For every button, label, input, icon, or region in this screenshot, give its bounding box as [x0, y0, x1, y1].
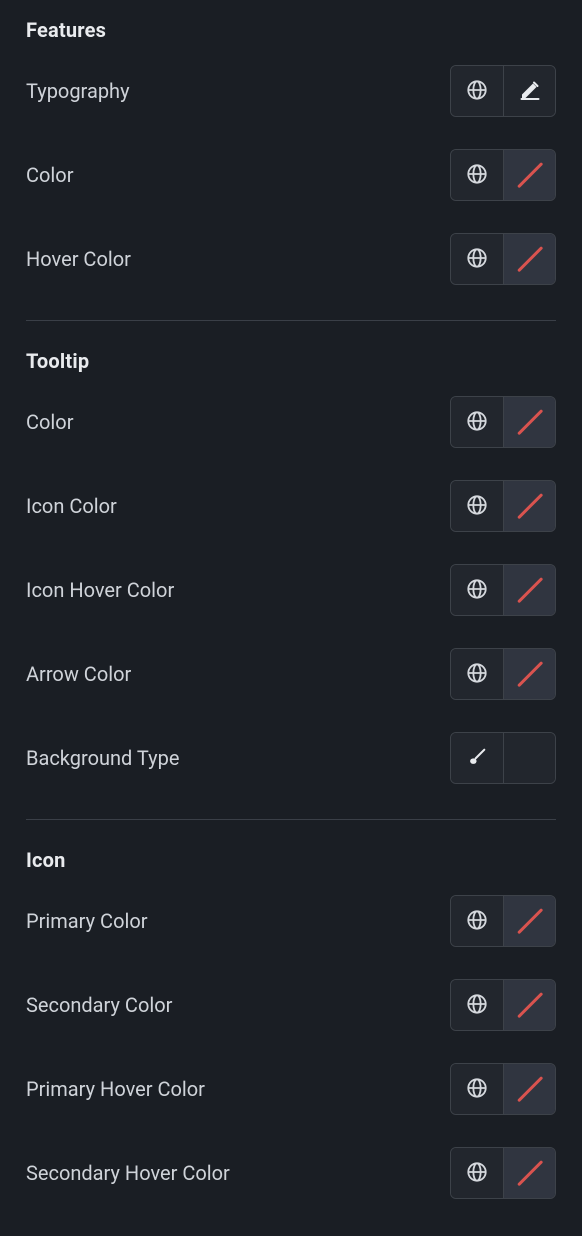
btn-group-tooltip-icon-hover-color — [450, 564, 556, 616]
row-tooltip-arrow-color: Arrow Color — [26, 647, 556, 701]
controls-icon-primary-color — [450, 895, 556, 947]
background-classic-button[interactable] — [451, 733, 503, 783]
label-tooltip-color: Color — [26, 410, 73, 434]
controls-tooltip-icon-color — [450, 480, 556, 532]
globe-icon — [466, 909, 488, 934]
globe-button-features-hover-color[interactable] — [451, 234, 503, 284]
color-swatch-tooltip-icon-hover-color[interactable] — [503, 565, 555, 615]
edit-button-typography[interactable] — [503, 66, 555, 116]
globe-button-icon-primary-color[interactable] — [451, 896, 503, 946]
btn-group-features-hover-color — [450, 233, 556, 285]
globe-icon — [466, 1077, 488, 1102]
row-icon-primary-color: Primary Color — [26, 894, 556, 948]
row-icon-secondary-color: Secondary Color — [26, 978, 556, 1032]
color-swatch-tooltip-arrow-color[interactable] — [503, 649, 555, 699]
controls-features-color — [450, 149, 556, 201]
btn-group-tooltip-icon-color — [450, 480, 556, 532]
globe-button-icon-secondary-color[interactable] — [451, 980, 503, 1030]
color-swatch-icon-primary-hover-color[interactable] — [503, 1064, 555, 1114]
color-swatch-icon-secondary-hover-color[interactable] — [503, 1148, 555, 1198]
globe-icon — [466, 163, 488, 188]
controls-features-hover-color — [450, 233, 556, 285]
color-swatch-features-color[interactable] — [503, 150, 555, 200]
row-tooltip-icon-color: Icon Color — [26, 479, 556, 533]
globe-icon — [466, 662, 488, 687]
label-tooltip-arrow-color: Arrow Color — [26, 662, 131, 686]
section-title-icon: Icon — [26, 848, 556, 872]
btn-group-icon-primary-color — [450, 895, 556, 947]
controls-typography — [450, 65, 556, 117]
globe-button-icon-primary-hover-color[interactable] — [451, 1064, 503, 1114]
globe-button-tooltip-arrow-color[interactable] — [451, 649, 503, 699]
row-icon-secondary-hover-color: Secondary Hover Color — [26, 1146, 556, 1200]
label-features-hover-color: Hover Color — [26, 247, 131, 271]
controls-icon-primary-hover-color — [450, 1063, 556, 1115]
globe-icon — [466, 79, 488, 104]
globe-icon — [466, 494, 488, 519]
globe-button-tooltip-color[interactable] — [451, 397, 503, 447]
controls-tooltip-color — [450, 396, 556, 448]
globe-icon — [466, 247, 488, 272]
pencil-icon — [518, 78, 542, 105]
row-tooltip-background-type: Background Type — [26, 731, 556, 785]
section-title-tooltip: Tooltip — [26, 349, 556, 373]
globe-button-icon-secondary-hover-color[interactable] — [451, 1148, 503, 1198]
brush-icon — [466, 746, 488, 771]
globe-icon — [466, 1161, 488, 1186]
section-icon: Icon Primary Color — [26, 819, 556, 1226]
label-tooltip-background-type: Background Type — [26, 746, 179, 770]
btn-group-tooltip-color — [450, 396, 556, 448]
btn-group-icon-secondary-color — [450, 979, 556, 1031]
controls-tooltip-icon-hover-color — [450, 564, 556, 616]
globe-icon — [466, 410, 488, 435]
globe-button-tooltip-icon-hover-color[interactable] — [451, 565, 503, 615]
globe-button-tooltip-icon-color[interactable] — [451, 481, 503, 531]
label-typography: Typography — [26, 79, 130, 103]
section-features: Features Typography — [26, 18, 556, 312]
btn-group-tooltip-background-type — [450, 732, 556, 784]
label-features-color: Color — [26, 163, 73, 187]
label-icon-secondary-color: Secondary Color — [26, 993, 172, 1017]
color-swatch-tooltip-color[interactable] — [503, 397, 555, 447]
controls-tooltip-background-type — [450, 732, 556, 784]
label-icon-primary-hover-color: Primary Hover Color — [26, 1077, 205, 1101]
label-icon-secondary-hover-color: Secondary Hover Color — [26, 1161, 230, 1185]
btn-group-tooltip-arrow-color — [450, 648, 556, 700]
globe-button-features-color[interactable] — [451, 150, 503, 200]
style-panel: Features Typography — [0, 0, 582, 1236]
color-swatch-tooltip-icon-color[interactable] — [503, 481, 555, 531]
row-icon-primary-hover-color: Primary Hover Color — [26, 1062, 556, 1116]
label-tooltip-icon-color: Icon Color — [26, 494, 117, 518]
label-tooltip-icon-hover-color: Icon Hover Color — [26, 578, 174, 602]
row-tooltip-color: Color — [26, 395, 556, 449]
globe-icon — [466, 578, 488, 603]
btn-group-typography — [450, 65, 556, 117]
background-gradient-button[interactable] — [503, 733, 555, 783]
controls-icon-secondary-hover-color — [450, 1147, 556, 1199]
color-swatch-icon-primary-color[interactable] — [503, 896, 555, 946]
label-icon-primary-color: Primary Color — [26, 909, 148, 933]
color-swatch-features-hover-color[interactable] — [503, 234, 555, 284]
color-swatch-icon-secondary-color[interactable] — [503, 980, 555, 1030]
controls-icon-secondary-color — [450, 979, 556, 1031]
row-typography: Typography — [26, 64, 556, 118]
row-features-color: Color — [26, 148, 556, 202]
btn-group-icon-primary-hover-color — [450, 1063, 556, 1115]
globe-icon — [466, 993, 488, 1018]
section-tooltip: Tooltip Color — [26, 320, 556, 811]
btn-group-features-color — [450, 149, 556, 201]
row-features-hover-color: Hover Color — [26, 232, 556, 286]
row-tooltip-icon-hover-color: Icon Hover Color — [26, 563, 556, 617]
controls-tooltip-arrow-color — [450, 648, 556, 700]
section-title-features: Features — [26, 18, 556, 42]
globe-button-typography[interactable] — [451, 66, 503, 116]
btn-group-icon-secondary-hover-color — [450, 1147, 556, 1199]
